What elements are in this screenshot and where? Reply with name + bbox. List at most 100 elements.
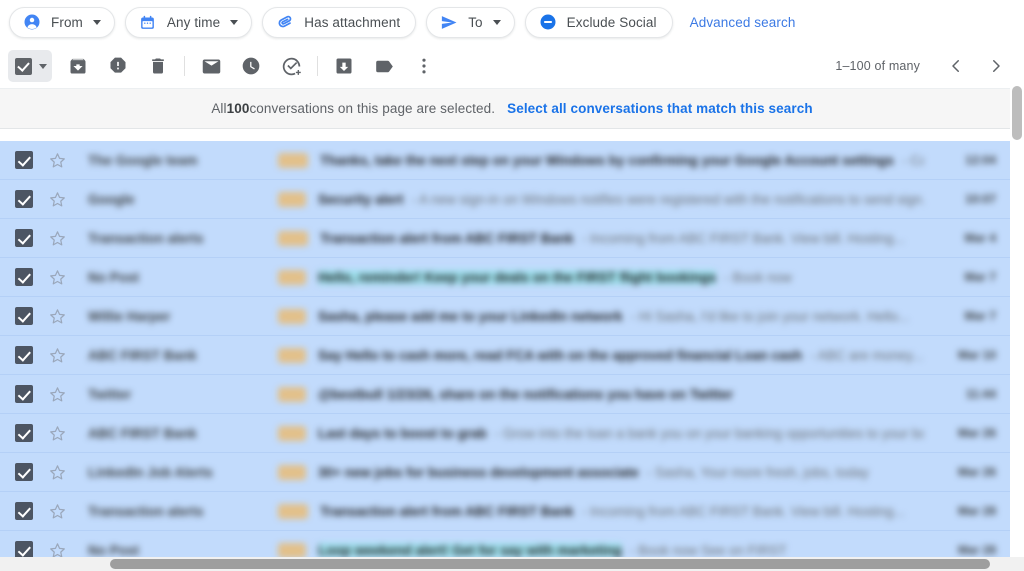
horizontal-scrollbar-thumb[interactable] [110,559,990,569]
table-row[interactable]: ABC FIRST Bank Last days to boost to grab… [0,414,1010,453]
filter-chip-label: Has attachment [304,14,401,30]
select-all-matching-link[interactable]: Select all conversations that match this… [507,101,813,116]
label-badge [278,347,306,363]
sender-name: ABC FIRST Bank [88,347,197,363]
horizontal-scrollbar[interactable] [0,557,1024,571]
star-icon[interactable] [48,229,66,247]
sender-name: Willie Harper [88,308,171,324]
sender-name: The Google team [88,152,198,168]
sender-name: No Post [88,269,140,285]
report-spam-button[interactable] [98,46,138,86]
table-row[interactable]: Google Security alert - A new sign-in on W… [0,180,1010,219]
table-row[interactable]: Transaction alerts Transaction alert from… [0,492,1010,531]
advanced-search-link[interactable]: Advanced search [690,15,796,30]
row-select-checkbox[interactable] [15,346,33,364]
subject-text: Security alert [318,191,404,207]
star-icon[interactable] [48,463,66,481]
snippet-text: - Incoming from ABC FIRST Bank. View bil… [581,503,905,519]
selection-banner: All 100 conversations on this page are s… [0,88,1024,129]
snippet-text: - Grow into the loan a bank you on your … [494,425,924,441]
subject-text: Loop weekend alert! Get for say with mar… [318,542,622,558]
subject-and-snippet: Transaction alert from ABC FIRST Bank - I… [320,231,924,246]
star-icon[interactable] [48,502,66,520]
star-icon[interactable] [48,385,66,403]
delete-button[interactable] [138,46,178,86]
table-row[interactable]: Twitter @bestbull 1/23/26, share on the n… [0,375,1010,414]
filter-chip-any-time[interactable]: Any time [124,6,253,38]
conversation-list[interactable]: The Google team Thanks, take the next ste… [0,141,1010,561]
table-row[interactable]: LinkedIn Job Alerts 30+ new jobs for busi… [0,453,1010,492]
star-icon[interactable] [48,424,66,442]
table-row[interactable]: No Post Hello, reminder! Keep your deals … [0,258,1010,297]
label-badge [278,230,308,246]
row-select-checkbox[interactable] [15,229,33,247]
table-row[interactable]: ABC FIRST Bank Say Hello to cash more, re… [0,336,1010,375]
toolbar-divider [184,56,185,76]
row-select-checkbox[interactable] [15,268,33,286]
sender-name: Twitter [88,386,132,402]
subject-and-snippet: Say Hello to cash more, read FCA with on… [318,348,924,363]
vertical-scrollbar-thumb[interactable] [1012,86,1022,140]
snippet-text: - Book now See on FIRST [629,542,787,558]
timestamp: Mar 4 [964,231,996,245]
timestamp: Mar 10 [957,348,996,362]
snippet-text: - Ca [901,152,924,168]
subject-text: Say Hello to cash more, read FCA with on… [318,347,803,363]
filter-chip-to[interactable]: To [426,6,515,38]
star-icon[interactable] [48,307,66,325]
calendar-icon [139,13,157,31]
row-select-checkbox[interactable] [15,190,33,208]
table-row[interactable]: Willie Harper Sasha, please add me to you… [0,297,1010,336]
subject-and-snippet: Security alert - A new sign-in on Windows… [318,192,924,207]
filter-chip-label: To [468,14,483,30]
sender-name: Google [88,191,135,207]
subject-text: @bestbull 1/23/26, share on the notifica… [318,386,733,402]
minus-circle-icon [539,13,557,31]
older-page-button[interactable] [978,48,1014,84]
subject-and-snippet: Thanks, take the next step on your Windo… [320,153,924,168]
row-select-checkbox[interactable] [15,502,33,520]
snippet-text: - ABC are money... [810,347,924,363]
subject-and-snippet: Last days to boost to grab - Grow into th… [318,426,924,441]
row-select-checkbox[interactable] [15,463,33,481]
more-options-button[interactable] [404,46,444,86]
filter-chip-has-attachment[interactable]: Has attachment [262,6,417,38]
timestamp: 12:04 [965,153,996,167]
labels-button[interactable] [364,46,404,86]
star-icon[interactable] [48,268,66,286]
timestamp: Mar 28 [957,543,996,557]
pagination-controls: 1–100 of many [835,44,1014,88]
star-icon[interactable] [48,346,66,364]
filter-chip-exclude-social[interactable]: Exclude Social [524,6,673,38]
subject-text: Thanks, take the next step on your Windo… [320,152,894,168]
subject-text: Transaction alert from ABC FIRST Bank [320,503,574,519]
add-to-tasks-button[interactable] [271,46,311,86]
sender-name: Transaction alerts [88,230,204,246]
table-row[interactable]: Transaction alerts Transaction alert from… [0,219,1010,258]
banner-count: 100 [226,101,250,116]
move-to-button[interactable] [324,46,364,86]
filter-chip-from[interactable]: From [9,6,115,38]
filter-chip-label: Any time [166,14,221,30]
label-badge [278,191,306,207]
subject-text: Sasha, please add me to your LinkedIn ne… [318,308,623,324]
star-icon[interactable] [48,190,66,208]
row-select-checkbox[interactable] [15,424,33,442]
sender-name: Transaction alerts [88,503,204,519]
newer-page-button[interactable] [938,48,974,84]
row-select-checkbox[interactable] [15,151,33,169]
mark-unread-button[interactable] [191,46,231,86]
row-select-checkbox[interactable] [15,307,33,325]
row-select-checkbox[interactable] [15,385,33,403]
table-row[interactable]: The Google team Thanks, take the next ste… [0,141,1010,180]
gmail-app-window: From Any time Has attachment To Exclude … [0,0,1024,571]
snooze-button[interactable] [231,46,271,86]
vertical-scrollbar[interactable] [1010,86,1024,557]
pagination-range: 1–100 of many [835,59,920,73]
sender-name: ABC FIRST Bank [88,425,197,441]
star-icon[interactable] [48,151,66,169]
person-circle-icon [23,13,41,31]
archive-button[interactable] [58,46,98,86]
select-all-checkbox[interactable] [8,50,52,82]
filter-chip-label: From [51,14,83,30]
